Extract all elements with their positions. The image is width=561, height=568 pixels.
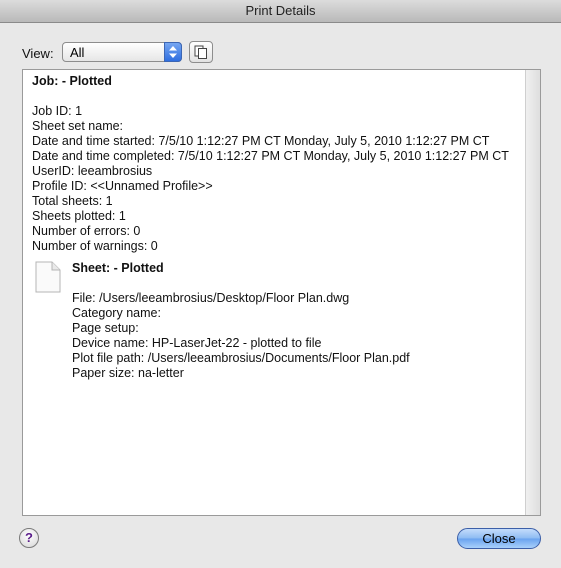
copy-icon xyxy=(194,45,207,59)
total-sheets-line: Total sheets: 1 xyxy=(32,194,113,208)
help-button[interactable]: ? xyxy=(19,528,39,548)
job-id-line: Job ID: 1 xyxy=(32,104,83,118)
view-label: View: xyxy=(22,46,54,61)
paper-size-line: Paper size: na-letter xyxy=(72,366,184,380)
close-button[interactable]: Close xyxy=(457,528,541,549)
date-completed-line: Date and time completed: 7/5/10 1:12:27 … xyxy=(32,149,509,163)
sheet-set-name-line: Sheet set name: xyxy=(32,119,124,133)
view-select-value: All xyxy=(70,45,85,60)
details-text-area[interactable]: Job: - Plotted Job ID: 1 Sheet set name:… xyxy=(22,69,541,516)
sheet-section: Sheet: - Plotted File: /Users/leeambrosi… xyxy=(32,261,527,381)
category-name-line: Category name: xyxy=(72,306,161,320)
device-name-line: Device name: HP-LaserJet-22 - plotted to… xyxy=(72,336,322,350)
errors-line: Number of errors: 0 xyxy=(32,224,141,238)
document-icon xyxy=(35,261,61,293)
plot-file-path-line: Plot file path: /Users/leeambrosius/Docu… xyxy=(72,351,410,365)
warnings-line: Number of warnings: 0 xyxy=(32,239,158,253)
sheets-plotted-line: Sheets plotted: 1 xyxy=(32,209,126,223)
file-line: File: /Users/leeambrosius/Desktop/Floor … xyxy=(72,291,350,305)
vertical-scrollbar[interactable] xyxy=(525,70,540,515)
updown-arrows-icon xyxy=(164,42,182,62)
window-title: Print Details xyxy=(0,0,561,23)
date-started-line: Date and time started: 7/5/10 1:12:27 PM… xyxy=(32,134,490,148)
sheet-heading: Sheet: - Plotted xyxy=(72,261,164,275)
view-select[interactable]: All xyxy=(62,42,182,62)
profile-id-line: Profile ID: <<Unnamed Profile>> xyxy=(32,179,213,193)
user-id-line: UserID: leeambrosius xyxy=(32,164,153,178)
page-setup-line: Page setup: xyxy=(72,321,139,335)
copy-button[interactable] xyxy=(189,41,213,63)
job-heading: Job: - Plotted xyxy=(32,74,112,88)
